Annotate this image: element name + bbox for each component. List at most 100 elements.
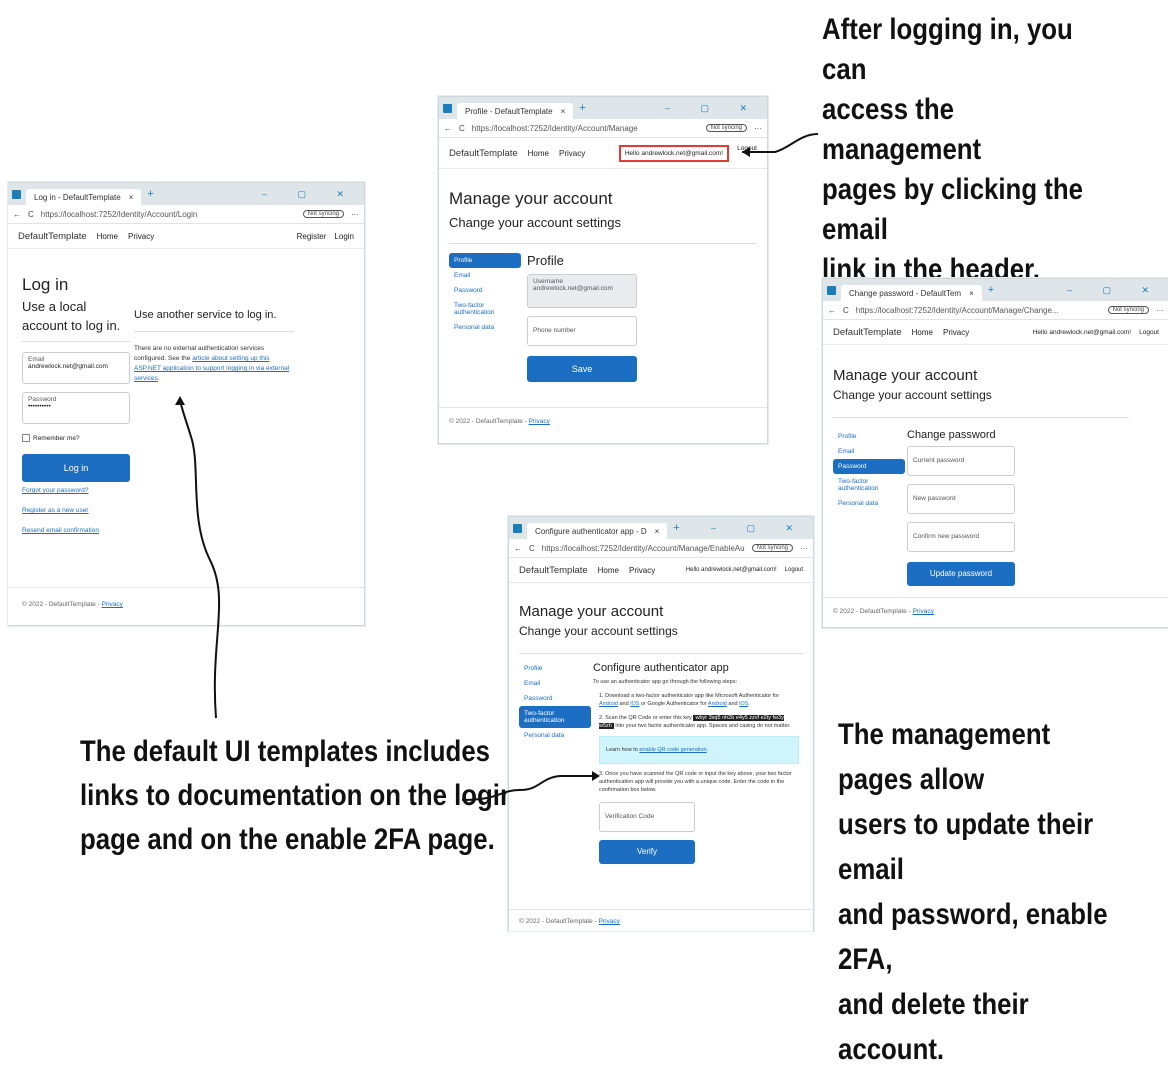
verify-button[interactable]: Verify (599, 840, 695, 864)
resend-confirmation-link[interactable]: Resend email confirmation (22, 527, 130, 534)
qr-docs-link[interactable]: enable QR code generation (639, 747, 706, 753)
new-tab-icon[interactable]: + (579, 102, 585, 114)
more-icon[interactable]: ··· (800, 544, 808, 553)
nav-privacy-link[interactable]: Privacy (629, 566, 655, 575)
logout-button[interactable]: Logout (1139, 329, 1159, 336)
sidebar-item-password[interactable]: Password (519, 691, 591, 706)
tab-actions-icon[interactable] (513, 523, 522, 533)
url-input[interactable]: https://localhost:7252/Identity/Account/… (41, 210, 296, 219)
footer-privacy-link[interactable]: Privacy (599, 918, 620, 925)
new-tab-icon[interactable]: + (988, 284, 994, 296)
browser-tab[interactable]: Log in - DefaultTemplate × (26, 189, 142, 205)
window-controls[interactable]: – ▢ ✕ (665, 103, 761, 114)
manage-account-link[interactable]: Hello andrewlock.net@gmail.com! (686, 567, 777, 573)
back-icon[interactable]: ← (828, 306, 836, 315)
confirm-password-input[interactable]: Confirm new password (907, 522, 1015, 552)
caption-line: and password, enable 2FA, (838, 898, 1108, 976)
sidebar-item-password[interactable]: Password (449, 283, 521, 298)
sidebar-item-profile[interactable]: Profile (519, 661, 591, 676)
sidebar-item-email[interactable]: Email (449, 268, 521, 283)
logout-button[interactable]: Logout (785, 567, 803, 573)
sidebar-item-password[interactable]: Password (833, 459, 905, 474)
nav-privacy-link[interactable]: Privacy (943, 328, 969, 337)
back-icon[interactable]: ← (514, 544, 522, 553)
nav-privacy-link[interactable]: Privacy (128, 232, 154, 241)
url-input[interactable]: https://localhost:7252/Identity/Account/… (472, 124, 699, 133)
nav-home-link[interactable]: Home (528, 149, 549, 158)
phone-input[interactable]: Phone number (527, 316, 637, 346)
android-link[interactable]: Android (599, 701, 618, 707)
url-input[interactable]: https://localhost:7252/Identity/Account/… (856, 306, 1101, 315)
brand-link[interactable]: DefaultTemplate (18, 231, 87, 242)
nav-login-link[interactable]: Login (334, 232, 354, 241)
nav-home-link[interactable]: Home (912, 328, 933, 337)
tab-actions-icon[interactable] (827, 285, 836, 295)
refresh-icon[interactable]: C (529, 544, 535, 553)
refresh-icon[interactable]: C (28, 210, 34, 219)
sidebar-item-profile[interactable]: Profile (449, 253, 521, 268)
brand-link[interactable]: DefaultTemplate (449, 148, 518, 159)
browser-tab[interactable]: Configure authenticator app - D × (527, 523, 668, 539)
update-password-button[interactable]: Update password (907, 562, 1015, 586)
more-icon[interactable]: ··· (754, 124, 762, 133)
sidebar-item-personal-data[interactable]: Personal data (449, 320, 521, 335)
tab-actions-icon[interactable] (12, 189, 21, 199)
remember-checkbox[interactable] (22, 434, 30, 442)
ios-link[interactable]: iOS (739, 701, 748, 707)
verification-code-input[interactable]: Verification Code (599, 802, 695, 832)
refresh-icon[interactable]: C (843, 306, 849, 315)
manage-account-link[interactable]: Hello andrewlock.net@gmail.com! (618, 144, 730, 162)
window-controls[interactable]: – ▢ ✕ (711, 523, 807, 534)
new-tab-icon[interactable]: + (673, 522, 679, 534)
browser-tab[interactable]: Profile - DefaultTemplate × (457, 103, 574, 119)
nav-home-link[interactable]: Home (598, 566, 619, 575)
sidebar-item-two-factor[interactable]: Two-factor authentication (833, 474, 905, 496)
close-tab-icon[interactable]: × (553, 107, 566, 116)
more-icon[interactable]: ··· (1156, 306, 1164, 315)
url-input[interactable]: https://localhost:7252/Identity/Account/… (542, 544, 745, 553)
android-link[interactable]: Android (708, 701, 727, 707)
brand-link[interactable]: DefaultTemplate (833, 327, 902, 338)
close-tab-icon[interactable]: × (121, 193, 134, 202)
profile-sync-button[interactable]: Not syncing (705, 124, 747, 132)
sidebar-item-personal-data[interactable]: Personal data (519, 728, 591, 743)
sidebar-item-email[interactable]: Email (833, 444, 905, 459)
footer-privacy-link[interactable]: Privacy (529, 418, 550, 425)
profile-sync-button[interactable]: Not syncing (751, 544, 793, 552)
sidebar-item-email[interactable]: Email (519, 676, 591, 691)
current-password-input[interactable]: Current password (907, 446, 1015, 476)
sidebar-item-two-factor[interactable]: Two-factor authentication (519, 706, 591, 728)
new-tab-icon[interactable]: + (147, 188, 153, 200)
sidebar-item-personal-data[interactable]: Personal data (833, 496, 905, 511)
profile-sync-button[interactable]: Not syncing (1107, 306, 1149, 314)
sidebar-item-profile[interactable]: Profile (833, 429, 905, 444)
window-controls[interactable]: – ▢ ✕ (1067, 285, 1163, 296)
nav-home-link[interactable]: Home (97, 232, 118, 241)
password-field[interactable]: Password •••••••••• (22, 392, 130, 424)
profile-sync-button[interactable]: Not syncing (302, 210, 344, 218)
footer-privacy-link[interactable]: Privacy (102, 601, 123, 608)
refresh-icon[interactable]: C (459, 124, 465, 133)
login-button[interactable]: Log in (22, 454, 130, 482)
nav-privacy-link[interactable]: Privacy (559, 149, 585, 158)
new-password-input[interactable]: New password (907, 484, 1015, 514)
nav-register-link[interactable]: Register (297, 232, 327, 241)
tab-actions-icon[interactable] (443, 103, 452, 113)
back-icon[interactable]: ← (13, 210, 21, 219)
browser-tab[interactable]: Change password - DefaultTem × (841, 285, 982, 301)
more-icon[interactable]: ··· (351, 210, 359, 219)
back-icon[interactable]: ← (444, 124, 452, 133)
sidebar-item-two-factor[interactable]: Two-factor authentication (449, 298, 521, 320)
forgot-password-link[interactable]: Forgot your password? (22, 487, 130, 494)
close-tab-icon[interactable]: × (961, 289, 974, 298)
window-controls[interactable]: – ▢ ✕ (262, 189, 358, 200)
email-field[interactable]: Email andrewlock.net@gmail.com (22, 352, 130, 384)
save-button[interactable]: Save (527, 356, 637, 382)
register-link[interactable]: Register as a new user (22, 507, 130, 514)
manage-account-link[interactable]: Hello andrewlock.net@gmail.com! (1033, 329, 1131, 336)
ios-link[interactable]: iOS (630, 701, 639, 707)
close-tab-icon[interactable]: × (647, 527, 660, 536)
brand-link[interactable]: DefaultTemplate (519, 565, 588, 576)
footer-privacy-link[interactable]: Privacy (913, 608, 934, 615)
logout-button[interactable]: Logout (737, 145, 757, 162)
